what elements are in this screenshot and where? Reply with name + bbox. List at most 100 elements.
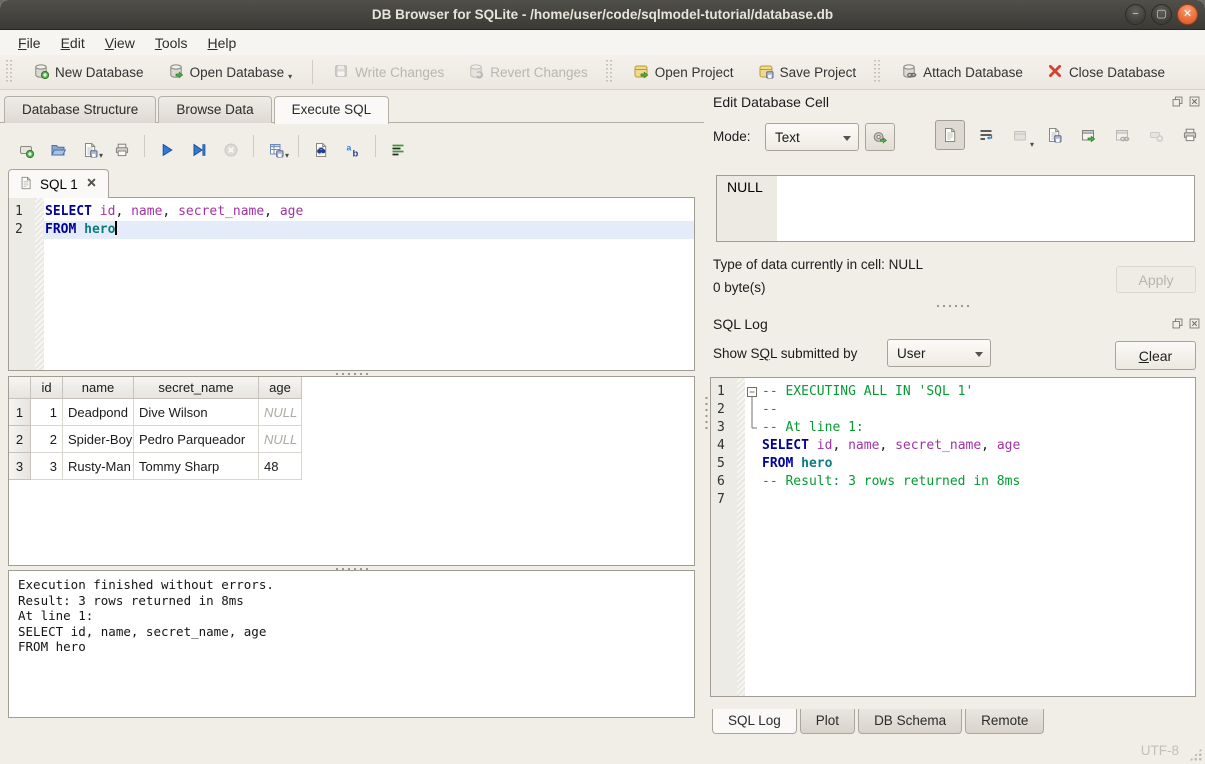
word-wrap-icon[interactable] [973, 122, 999, 148]
dropdown-arrow-icon[interactable]: ▾ [288, 72, 292, 82]
db-close-button[interactable]: Close Database [1035, 59, 1177, 86]
dropdown-arrow-icon[interactable]: ▾ [99, 151, 103, 161]
text-mode-icon[interactable] [935, 120, 965, 150]
table-cell[interactable]: NULL [259, 426, 302, 453]
dock-tab-plot[interactable]: Plot [800, 709, 855, 734]
log-filter-select[interactable]: User [887, 339, 991, 367]
revert-changes-button[interactable]: Revert Changes [456, 59, 600, 86]
project-open-button[interactable]: Open Project [621, 59, 746, 86]
set-null-icon[interactable] [1143, 122, 1169, 148]
table-corner[interactable] [9, 377, 31, 399]
dropdown-arrow-icon[interactable]: ▾ [285, 151, 289, 161]
export-data-icon[interactable] [1041, 122, 1067, 148]
close-dock-icon[interactable] [1187, 316, 1201, 330]
table-cell[interactable]: 1 [31, 399, 63, 426]
menu-file[interactable]: File [8, 33, 51, 53]
save-sql-file-icon[interactable]: ▾ [78, 134, 102, 158]
vertical-splitter[interactable] [703, 90, 710, 733]
execute-line-icon[interactable] [187, 134, 211, 158]
stop-icon[interactable] [219, 134, 243, 158]
clear-log-button[interactable]: Clear [1115, 341, 1196, 370]
fold-marker[interactable] [745, 383, 760, 401]
tab-database-structure[interactable]: Database Structure [4, 96, 156, 123]
project-save-button[interactable]: Save Project [746, 59, 869, 86]
column-header-age[interactable]: age [259, 377, 302, 399]
sql-log-title: SQL Log [713, 316, 768, 332]
new-tab-icon[interactable] [14, 134, 38, 158]
float-dock-icon[interactable] [1170, 316, 1184, 330]
dock-tab-remote[interactable]: Remote [965, 709, 1044, 734]
menu-tools[interactable]: Tools [145, 33, 198, 53]
find-icon[interactable] [309, 134, 333, 158]
close-dock-icon[interactable] [1187, 94, 1201, 108]
table-cell[interactable]: Spider-Boy [63, 426, 134, 453]
db-attach-button[interactable]: Attach Database [889, 59, 1035, 86]
table-cell[interactable]: 2 [31, 426, 63, 453]
write-changes-button[interactable]: Write Changes [321, 59, 456, 86]
table-cell[interactable]: Rusty-Man [63, 453, 134, 480]
tab-browse-data[interactable]: Browse Data [158, 96, 271, 123]
code-line: 6-- Result: 3 rows returned in 8ms [711, 473, 1195, 491]
column-header-name[interactable]: name [63, 377, 134, 399]
sql-doc-icon [19, 176, 33, 193]
auto-apply-button[interactable] [865, 123, 895, 151]
float-dock-icon[interactable] [1170, 94, 1184, 108]
print-cell-icon[interactable] [1177, 122, 1203, 148]
save-results-icon[interactable]: ▾ [264, 134, 288, 158]
table-cell[interactable]: Deadpond [63, 399, 134, 426]
row-header[interactable]: 3 [9, 453, 31, 480]
row-header[interactable]: 2 [9, 426, 31, 453]
code-line: 4SELECT id, name, secret_name, age [711, 437, 1195, 455]
table-cell[interactable]: Tommy Sharp [134, 453, 259, 480]
column-header-id[interactable]: id [31, 377, 63, 399]
tab-execute-sql[interactable]: Execute SQL [274, 96, 390, 124]
close-button[interactable]: ✕ [1177, 4, 1198, 25]
close-tab-icon[interactable] [85, 176, 98, 192]
window-controls: −▢✕ [1125, 4, 1198, 25]
statusbar: UTF-8 [0, 733, 1205, 764]
menu-help[interactable]: Help [198, 33, 247, 53]
dock-tab-sql-log[interactable]: SQL Log [712, 709, 797, 734]
sql-editor-toolbar: ▾ ▾ ab [10, 130, 414, 162]
results-table[interactable]: idnamesecret_nameage11DeadpondDive Wilso… [8, 376, 695, 566]
menu-edit[interactable]: Edit [51, 33, 95, 53]
sql-file-tab[interactable]: SQL 1 [8, 169, 109, 198]
cell-value-editor[interactable]: NULL [716, 175, 1195, 242]
splitter-handle[interactable] [935, 304, 971, 308]
apply-button[interactable]: Apply [1116, 266, 1196, 293]
mode-select[interactable]: Text [765, 123, 859, 151]
column-header-secret_name[interactable]: secret_name [134, 377, 259, 399]
dropdown-arrow-icon[interactable]: ▾ [1030, 140, 1034, 150]
print-icon[interactable] [110, 134, 134, 158]
window-title: DB Browser for SQLite - /home/user/code/… [0, 0, 1205, 29]
resize-grip[interactable] [1189, 748, 1202, 761]
copy-link-icon[interactable] [1109, 122, 1135, 148]
format-sql-icon[interactable] [386, 134, 410, 158]
db-open-icon [168, 63, 184, 82]
encoding-label: UTF-8 [1141, 743, 1179, 758]
toolbar-handle[interactable] [6, 60, 12, 84]
toolbar-handle[interactable] [606, 60, 612, 84]
replace-icon[interactable]: ab [341, 134, 365, 158]
toolbar-handle[interactable] [874, 60, 880, 84]
table-cell[interactable]: 3 [31, 453, 63, 480]
sql-editor[interactable]: 1SELECT id, name, secret_name, age2FROM … [8, 197, 695, 371]
db-open-button[interactable]: Open Database▾ [156, 59, 305, 86]
maximize-button[interactable]: ▢ [1151, 4, 1172, 25]
titlebar[interactable]: DB Browser for SQLite - /home/user/code/… [0, 0, 1205, 30]
minimize-button[interactable]: − [1125, 4, 1146, 25]
execute-all-icon[interactable] [155, 134, 179, 158]
table-cell[interactable]: 48 [259, 453, 302, 480]
open-sql-file-icon[interactable] [46, 134, 70, 158]
import-data-icon[interactable]: ▾ [1007, 122, 1033, 148]
row-header[interactable]: 1 [9, 399, 31, 426]
table-cell[interactable]: NULL [259, 399, 302, 426]
open-in-app-icon[interactable] [1075, 122, 1101, 148]
menu-view[interactable]: View [95, 33, 145, 53]
db-new-button[interactable]: New Database [21, 59, 156, 86]
dock-tab-db-schema[interactable]: DB Schema [858, 709, 962, 734]
table-cell[interactable]: Dive Wilson [134, 399, 259, 426]
table-cell[interactable]: Pedro Parqueador [134, 426, 259, 453]
splitter-handle[interactable] [334, 372, 370, 376]
sql-log-view[interactable]: 1-- EXECUTING ALL IN 'SQL 1'2--3-- At li… [710, 377, 1196, 697]
